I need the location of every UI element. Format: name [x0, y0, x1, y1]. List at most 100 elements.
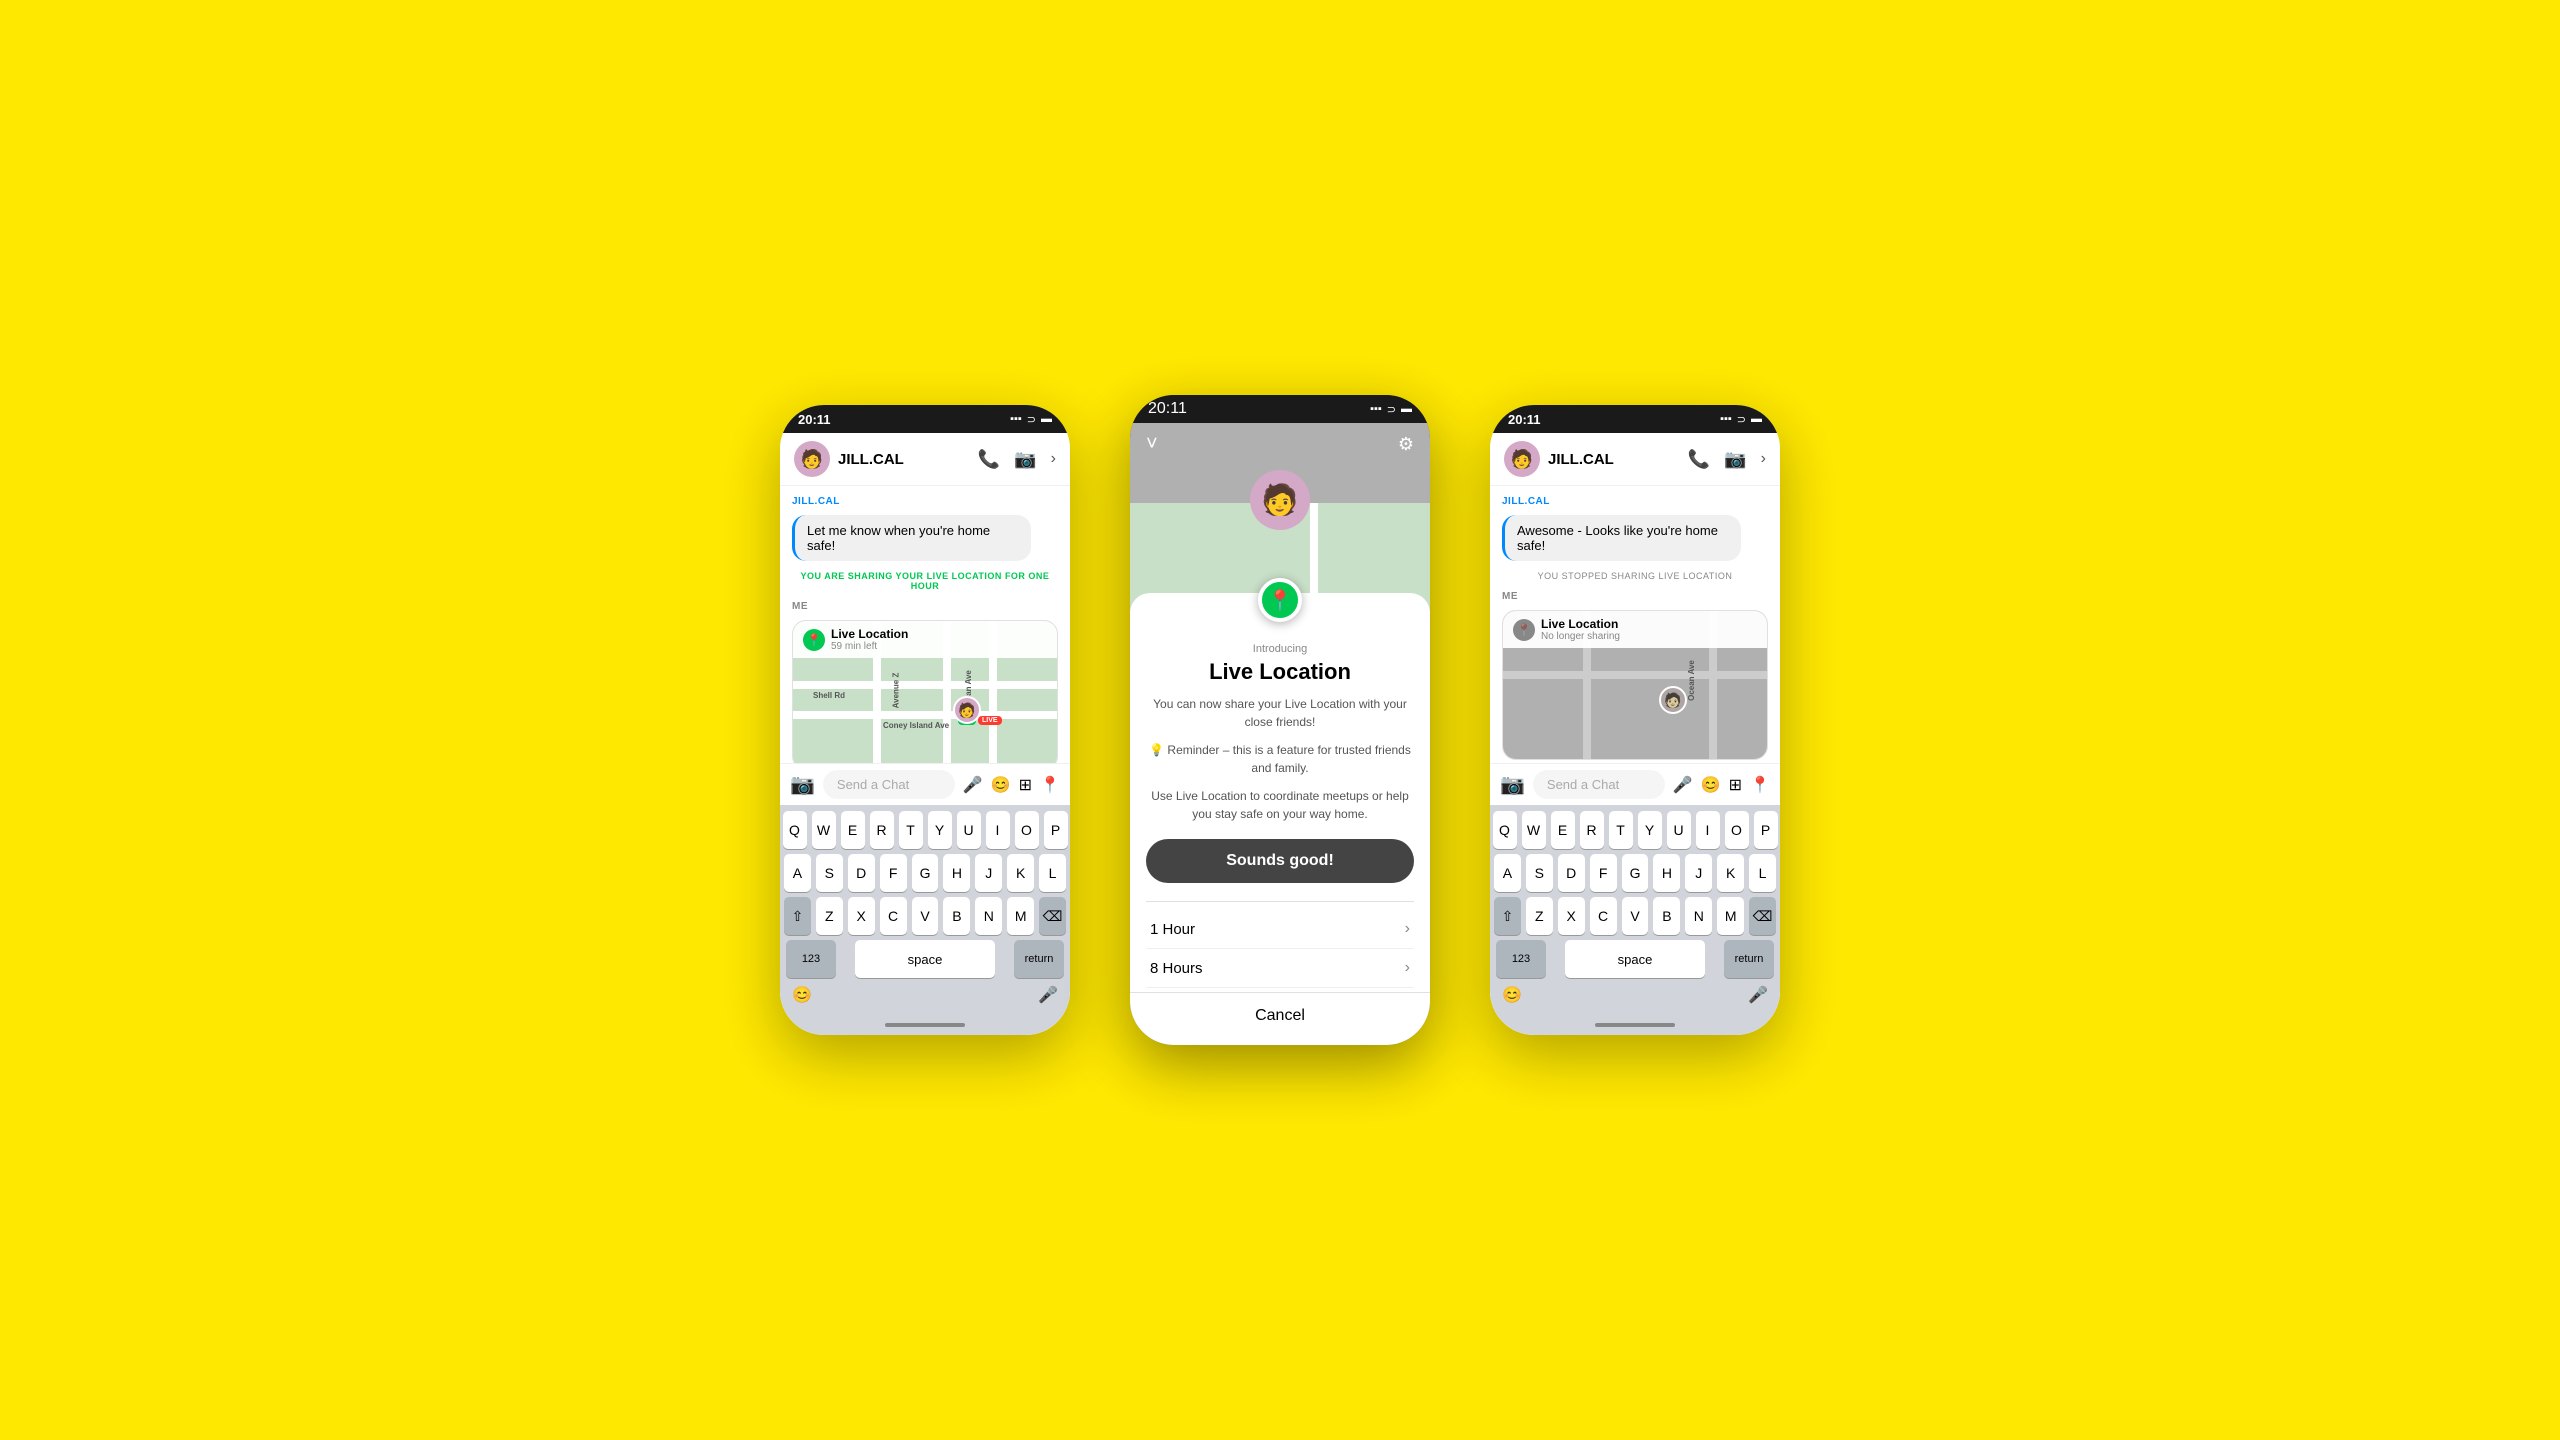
key-n-right[interactable]: N: [1685, 897, 1712, 935]
emoji-key-left[interactable]: 😊: [792, 985, 812, 1005]
key-h-right[interactable]: H: [1653, 854, 1680, 892]
emoji-key-right[interactable]: 😊: [1502, 985, 1522, 1005]
key-l-right[interactable]: L: [1749, 854, 1776, 892]
key-x-left[interactable]: X: [848, 897, 875, 935]
key-f-right[interactable]: F: [1590, 854, 1617, 892]
chat-input-right[interactable]: Send a Chat: [1533, 770, 1665, 799]
key-o-left[interactable]: O: [1015, 811, 1039, 849]
key-k-right[interactable]: K: [1717, 854, 1744, 892]
map-card-left[interactable]: Shell Rd Avenue Z Ocean Ave Coney Island…: [792, 620, 1058, 763]
key-h-left[interactable]: H: [943, 854, 970, 892]
mic-icon-right[interactable]: 🎤: [1673, 775, 1693, 795]
video-icon[interactable]: 📷: [1014, 449, 1036, 470]
option-1-hour-row[interactable]: 1 Hour ›: [1146, 910, 1414, 949]
key-q-right[interactable]: Q: [1493, 811, 1517, 849]
return-key-left[interactable]: return: [1014, 940, 1064, 978]
key-b-right[interactable]: B: [1653, 897, 1680, 935]
key-i-left[interactable]: I: [986, 811, 1010, 849]
wifi-icon-right: ⊃: [1737, 413, 1746, 426]
key-t-left[interactable]: T: [899, 811, 923, 849]
key-z-right[interactable]: Z: [1526, 897, 1553, 935]
key-l-left[interactable]: L: [1039, 854, 1066, 892]
key-d-left[interactable]: D: [848, 854, 875, 892]
key-a-right[interactable]: A: [1494, 854, 1521, 892]
key-r-left[interactable]: R: [870, 811, 894, 849]
camera-input-icon-right[interactable]: 📷: [1500, 772, 1525, 797]
key-k-left[interactable]: K: [1007, 854, 1034, 892]
map-card-subtitle-right: No longer sharing: [1541, 631, 1620, 642]
key-u-right[interactable]: U: [1667, 811, 1691, 849]
map-card-title-right: Live Location: [1541, 617, 1620, 631]
key-z-left[interactable]: Z: [816, 897, 843, 935]
key-v-right[interactable]: V: [1622, 897, 1649, 935]
key-e-left[interactable]: E: [841, 811, 865, 849]
location-icon-left[interactable]: 📍: [1040, 775, 1060, 795]
key-y-left[interactable]: Y: [928, 811, 952, 849]
cancel-button[interactable]: Cancel: [1130, 992, 1430, 1039]
map-card-right[interactable]: Ocean Ave 🧑 📍 Live Location No longer sh…: [1502, 610, 1768, 760]
key-v-left[interactable]: V: [912, 897, 939, 935]
sounds-good-button[interactable]: Sounds good!: [1146, 839, 1414, 883]
back-chevron-icon[interactable]: ˅: [1146, 433, 1158, 456]
key-123-left[interactable]: 123: [786, 940, 836, 978]
backspace-key-right[interactable]: ⌫: [1749, 897, 1776, 935]
key-n-left[interactable]: N: [975, 897, 1002, 935]
space-key-left[interactable]: space: [855, 940, 995, 978]
key-m-left[interactable]: M: [1007, 897, 1034, 935]
camera-input-icon-left[interactable]: 📷: [790, 772, 815, 797]
signal-icon: ▪▪▪: [1010, 413, 1022, 425]
key-a-left[interactable]: A: [784, 854, 811, 892]
modal-use: Use Live Location to coordinate meetups …: [1146, 787, 1414, 823]
phone-call-icon-right[interactable]: 📞: [1688, 449, 1710, 470]
key-b-left[interactable]: B: [943, 897, 970, 935]
key-o-right[interactable]: O: [1725, 811, 1749, 849]
key-m-right[interactable]: M: [1717, 897, 1744, 935]
key-d-right[interactable]: D: [1558, 854, 1585, 892]
shift-key-right[interactable]: ⇧: [1494, 897, 1521, 935]
space-key-right[interactable]: space: [1565, 940, 1705, 978]
key-s-left[interactable]: S: [816, 854, 843, 892]
key-r-right[interactable]: R: [1580, 811, 1604, 849]
settings-gear-icon[interactable]: ⚙: [1398, 434, 1414, 455]
chevron-right-icon-right[interactable]: ›: [1761, 450, 1766, 468]
key-w-right[interactable]: W: [1522, 811, 1546, 849]
return-key-right[interactable]: return: [1724, 940, 1774, 978]
chevron-right-icon[interactable]: ›: [1051, 450, 1056, 468]
backspace-key-left[interactable]: ⌫: [1039, 897, 1066, 935]
shift-key-left[interactable]: ⇧: [784, 897, 811, 935]
green-location-pin: 📍: [1258, 578, 1302, 622]
key-c-left[interactable]: C: [880, 897, 907, 935]
key-t-right[interactable]: T: [1609, 811, 1633, 849]
mic-icon-left[interactable]: 🎤: [963, 775, 983, 795]
mic-key-left[interactable]: 🎤: [1038, 985, 1058, 1005]
chat-input-left[interactable]: Send a Chat: [823, 770, 955, 799]
key-y-right[interactable]: Y: [1638, 811, 1662, 849]
key-c-right[interactable]: C: [1590, 897, 1617, 935]
key-f-left[interactable]: F: [880, 854, 907, 892]
media-icon-right[interactable]: ⊞: [1729, 775, 1742, 795]
key-j-right[interactable]: J: [1685, 854, 1712, 892]
key-i-right[interactable]: I: [1696, 811, 1720, 849]
key-u-left[interactable]: U: [957, 811, 981, 849]
modal-title: Live Location: [1146, 659, 1414, 685]
key-q-left[interactable]: Q: [783, 811, 807, 849]
key-123-right[interactable]: 123: [1496, 940, 1546, 978]
key-p-right[interactable]: P: [1754, 811, 1778, 849]
emoji-icon-left[interactable]: 😊: [991, 775, 1011, 795]
map-tag-live: LIVE: [978, 716, 1002, 725]
mic-key-right[interactable]: 🎤: [1748, 985, 1768, 1005]
key-x-right[interactable]: X: [1558, 897, 1585, 935]
option-8-hours-row[interactable]: 8 Hours ›: [1146, 949, 1414, 988]
key-p-left[interactable]: P: [1044, 811, 1068, 849]
location-icon-right[interactable]: 📍: [1750, 775, 1770, 795]
key-g-left[interactable]: G: [912, 854, 939, 892]
emoji-icon-right[interactable]: 😊: [1701, 775, 1721, 795]
key-e-right[interactable]: E: [1551, 811, 1575, 849]
key-w-left[interactable]: W: [812, 811, 836, 849]
phone-call-icon[interactable]: 📞: [978, 449, 1000, 470]
key-j-left[interactable]: J: [975, 854, 1002, 892]
key-s-right[interactable]: S: [1526, 854, 1553, 892]
key-g-right[interactable]: G: [1622, 854, 1649, 892]
video-icon-right[interactable]: 📷: [1724, 449, 1746, 470]
media-icon-left[interactable]: ⊞: [1019, 775, 1032, 795]
